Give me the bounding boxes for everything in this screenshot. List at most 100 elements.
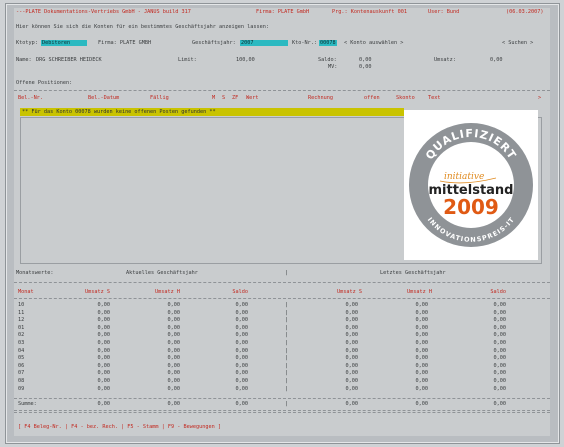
value-cell: 0,00	[97, 302, 111, 308]
table-row: 01 0,00 0,00 0,00 0,00 0,00 0,00 |	[18, 324, 540, 333]
sum-saldo-last: 0,00	[493, 401, 507, 407]
kto-input[interactable]: 00078	[319, 40, 337, 46]
ktotyp-label: Ktotyp:	[16, 40, 38, 46]
value-cell: 0,00	[97, 385, 111, 392]
value-cell: 0,00	[167, 347, 181, 354]
table-row: 12 0,00 0,00 0,00 0,00 0,00 0,00 |	[18, 317, 540, 325]
col-text: Text	[428, 95, 441, 101]
col-zf: ZF	[232, 95, 239, 101]
col-saldo: Saldo	[232, 289, 248, 295]
suchen-button[interactable]: < Suchen >	[502, 40, 533, 46]
col-bel-datum: Bel.-Datum	[88, 95, 120, 101]
konto-choose-button[interactable]: < Konto auswählen >	[344, 40, 403, 46]
value-cell: 0,00	[235, 309, 249, 316]
last-year-label: Letztes Geschäftsjahr	[380, 270, 446, 276]
value-cell: 0,00	[235, 355, 249, 362]
value-cell: 0,00	[345, 309, 359, 316]
svg-text:initiative: initiative	[444, 172, 484, 182]
col-bel-nr: Bel.-Nr.	[18, 95, 43, 101]
month-cell: 02	[18, 332, 25, 339]
award-seal-icon: QUALIFIZIERT INNOVATIONSPREIS-IT initiat…	[409, 123, 533, 247]
col-umsatz-h: Umsatz H	[155, 289, 180, 295]
table-row: 07 0,00 0,00 0,00 0,00 0,00 0,00 |	[18, 370, 540, 378]
year-divider: |	[285, 370, 289, 377]
value-cell: 0,00	[493, 339, 507, 346]
empty-message-banner: ** Für das Konto 00078 wurden keine offe…	[20, 108, 404, 116]
table-row: 03 0,00 0,00 0,00 0,00 0,00 0,00 |	[18, 339, 540, 348]
name-label: Name:	[16, 57, 32, 63]
sum-saldo: 0,00	[235, 401, 249, 407]
sum-label: Summe:	[18, 401, 37, 407]
value-cell: 0,00	[97, 355, 111, 362]
monthly-table: 10 0,00 0,00 0,00 0,00 0,00 0,00 | 11 0,00 0,00 0,0…	[18, 302, 540, 393]
value-cell: 0,00	[415, 347, 429, 354]
value-cell: 0,00	[493, 370, 507, 377]
gj-input[interactable]: 2007	[240, 40, 288, 46]
monthly-title: Monatswerte:	[16, 270, 54, 276]
month-cell: 05	[18, 355, 25, 362]
umsatz-label: Umsatz:	[434, 57, 456, 63]
mv-value: 0,00	[359, 64, 372, 70]
value-cell: 0,00	[235, 324, 249, 331]
month-cell: 07	[18, 370, 25, 377]
value-cell: 0,00	[345, 355, 359, 362]
value-cell: 0,00	[167, 317, 181, 324]
month-cell: 04	[18, 347, 25, 354]
value-cell: 0,00	[415, 362, 429, 369]
year-divider: |	[285, 377, 289, 384]
footer-function-keys[interactable]: [ F4 Beleg-Nr. | F4 - bez. Rech. | F5 - …	[18, 424, 221, 430]
month-cell: 11	[18, 309, 25, 316]
value-cell: 0,00	[345, 317, 359, 324]
offene-title: Offene Positionen:	[16, 80, 73, 86]
divider	[14, 90, 550, 91]
month-cell: 08	[18, 377, 25, 384]
value-cell: 0,00	[415, 317, 429, 324]
award-logo: QUALIFIZIERT INNOVATIONSPREIS-IT initiat…	[404, 110, 538, 260]
value-cell: 0,00	[345, 347, 359, 354]
sum-umsatz-h-last: 0,00	[415, 401, 429, 407]
value-cell: 0,00	[415, 302, 429, 308]
value-cell: 0,00	[493, 362, 507, 369]
year-divider: |	[285, 317, 289, 324]
umsatz-value: 0,00	[490, 57, 503, 63]
col-s: S	[222, 95, 226, 101]
value-cell: 0,00	[493, 309, 507, 316]
col-offen: offen	[364, 95, 380, 101]
value-cell: 0,00	[415, 355, 429, 362]
month-cell: 06	[18, 362, 25, 369]
value-cell: 0,00	[167, 332, 181, 339]
value-cell: 0,00	[97, 324, 111, 331]
saldo-label: Saldo:	[318, 57, 337, 63]
table-row: 02 0,00 0,00 0,00 0,00 0,00 0,00 |	[18, 332, 540, 340]
limit-value: 100,00	[236, 57, 255, 63]
value-cell: 0,00	[235, 362, 249, 369]
col-umsatz-s: Umsatz S	[85, 289, 110, 295]
col-umsatz-h-last: Umsatz H	[407, 289, 432, 295]
value-cell: 0,00	[345, 362, 359, 369]
value-cell: 0,00	[345, 339, 359, 346]
firma-label: Firma: PLATE GMBH	[98, 40, 152, 46]
value-cell: 0,00	[235, 385, 249, 392]
value-cell: 0,00	[167, 370, 181, 377]
value-cell: 0,00	[493, 317, 507, 324]
year-divider: |	[285, 362, 289, 369]
value-cell: 0,00	[97, 339, 111, 346]
mv-label: MV:	[328, 64, 338, 70]
value-cell: 0,00	[235, 317, 249, 324]
value-cell: 0,00	[415, 324, 429, 331]
value-cell: 0,00	[97, 332, 111, 339]
value-cell: 0,00	[415, 339, 429, 346]
year-divider: |	[285, 347, 289, 354]
ktotyp-select[interactable]: Debitoren	[41, 40, 87, 46]
value-cell: 0,00	[415, 385, 429, 392]
value-cell: 0,00	[345, 332, 359, 339]
year-divider: |	[285, 339, 289, 346]
value-cell: 0,00	[235, 302, 249, 308]
year-divider: |	[285, 302, 289, 308]
value-cell: 0,00	[235, 377, 249, 384]
value-cell: 0,00	[345, 377, 359, 384]
value-cell: 0,00	[493, 347, 507, 354]
value-cell: 0,00	[493, 377, 507, 384]
table-row: 08 0,00 0,00 0,00 0,00 0,00 0,00 |	[18, 377, 540, 386]
name-value: DRG SCHREIBER HEIDECK	[36, 57, 102, 63]
